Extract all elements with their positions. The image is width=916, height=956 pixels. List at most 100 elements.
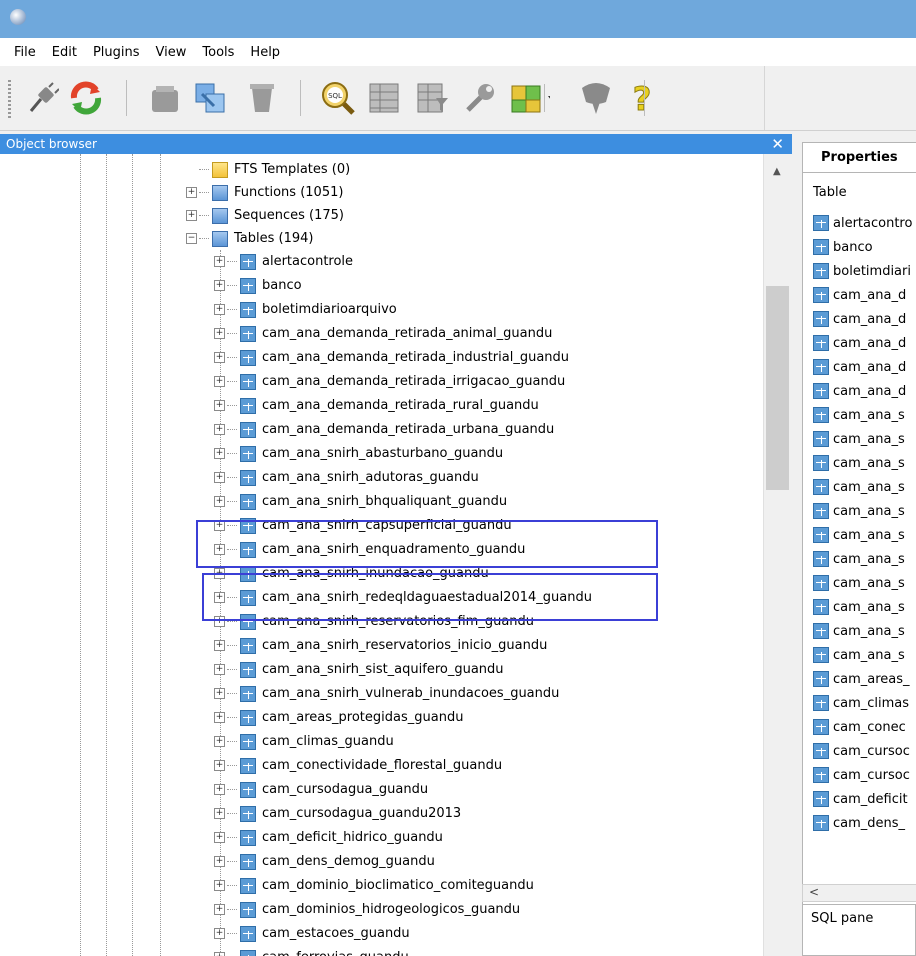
table-node[interactable]: + cam_ana_snirh_bhqualiquant_guandu [214,490,507,513]
properties-row[interactable]: cam_ana_d [813,379,906,403]
table-node[interactable]: + cam_ana_snirh_abasturbano_guandu [214,442,503,465]
scroll-left-icon[interactable]: < [809,885,819,899]
properties-row[interactable]: cam_ana_s [813,475,905,499]
expand-icon[interactable]: + [214,496,225,507]
menu-view[interactable]: View [148,45,195,60]
table-node[interactable]: + cam_conectividade_florestal_guandu [214,754,502,777]
table-node[interactable]: + cam_cursodagua_guandu2013 [214,802,461,825]
menu-file[interactable]: File [0,45,44,60]
table-node[interactable]: + cam_ana_snirh_adutoras_guandu [214,466,479,489]
table-node[interactable]: + cam_ana_demanda_retirada_urbana_guandu [214,418,554,441]
expand-icon[interactable]: + [214,448,225,459]
properties-row[interactable]: cam_ana_s [813,571,905,595]
scrollbar-thumb[interactable] [766,286,789,490]
expand-icon[interactable]: + [214,304,225,315]
table-node[interactable]: + cam_deficit_hidrico_guandu [214,826,443,849]
plug-icon[interactable] [22,78,62,118]
plugins-puzzle-icon[interactable] [510,78,550,118]
expand-icon[interactable]: + [214,712,225,723]
menu-tools[interactable]: Tools [194,45,242,60]
expand-icon[interactable]: + [214,904,225,915]
table-node[interactable]: + cam_dominios_hidrogeologicos_guandu [214,898,520,921]
table-node[interactable]: + cam_ana_demanda_retirada_irrigacao_guan… [214,370,565,393]
toolbar-grip[interactable] [8,80,11,118]
properties-row[interactable]: cam_dens_ [813,811,905,835]
expand-icon[interactable]: + [214,376,225,387]
properties-row[interactable]: cam_ana_s [813,547,905,571]
properties-row[interactable]: banco [813,235,873,259]
table-node[interactable]: + cam_estacoes_guandu [214,922,410,945]
expand-icon[interactable]: + [214,856,225,867]
tree-group-tables-folder[interactable]: − Tables (194) [186,227,313,250]
sql-pane[interactable]: SQL pane [802,904,916,956]
expand-icon[interactable]: + [214,808,225,819]
expand-icon[interactable]: + [214,784,225,795]
properties-row[interactable]: cam_ana_d [813,331,906,355]
scroll-up-icon[interactable]: ▲ [773,166,781,177]
table-node[interactable]: + cam_ana_demanda_retirada_industrial_gua… [214,346,569,369]
table-node[interactable]: + boletimdiarioarquivo [214,298,397,321]
properties-column-header-table[interactable]: Table [813,185,847,200]
expand-icon[interactable]: + [214,280,225,291]
properties-row[interactable]: cam_ana_s [813,643,905,667]
collapse-icon[interactable]: − [186,233,197,244]
refresh-icon[interactable] [66,78,106,118]
filtered-data-icon[interactable] [412,78,452,118]
expand-icon[interactable]: + [214,736,225,747]
properties-row[interactable]: cam_ana_s [813,451,905,475]
table-node[interactable]: + cam_climas_guandu [214,730,394,753]
table-node[interactable]: + cam_ana_demanda_retirada_rural_guandu [214,394,539,417]
properties-row[interactable]: alertacontro [813,211,912,235]
expand-icon[interactable]: + [214,952,225,956]
tree-group-fts-templates[interactable]: FTS Templates (0) [186,158,350,181]
properties-list[interactable]: Table alertacontro banco boletimdiari cam_a… [802,172,916,907]
properties-row[interactable]: cam_ana_d [813,307,906,331]
properties-row[interactable]: cam_ana_s [813,499,905,523]
table-node[interactable]: + banco [214,274,302,297]
properties-row[interactable]: cam_ana_d [813,283,906,307]
properties-row[interactable]: cam_ana_s [813,427,905,451]
properties-row[interactable]: cam_areas_ [813,667,910,691]
copy-icon[interactable] [190,78,230,118]
expand-icon[interactable]: + [214,256,225,267]
table-node[interactable]: + cam_ferrovias_guandu [214,946,409,956]
properties-row[interactable]: cam_ana_s [813,619,905,643]
expand-icon[interactable]: + [214,688,225,699]
properties-row[interactable]: boletimdiari [813,259,911,283]
maintenance-wrench-icon[interactable] [460,78,500,118]
properties-horizontal-scrollbar[interactable]: < [802,884,916,902]
menu-edit[interactable]: Edit [44,45,85,60]
tree-group-sequences[interactable]: + Sequences (175) [186,204,344,227]
expand-icon[interactable]: + [214,640,225,651]
table-node[interactable]: + cam_ana_demanda_retirada_animal_guandu [214,322,552,345]
sql-query-icon[interactable]: SQL [318,78,358,118]
expand-icon[interactable]: + [186,210,197,221]
properties-row[interactable]: cam_ana_s [813,523,905,547]
tab-properties[interactable]: Properties [802,142,916,172]
table-node[interactable]: + cam_ana_snirh_vulnerab_inundacoes_guand… [214,682,559,705]
properties-row[interactable]: cam_ana_d [813,355,906,379]
object-browser-vertical-scrollbar[interactable]: ▲ [763,154,793,956]
table-node[interactable]: + cam_ana_snirh_reservatorios_inicio_guan… [214,634,547,657]
properties-row[interactable]: cam_ana_s [813,595,905,619]
expand-icon[interactable]: + [214,880,225,891]
table-node[interactable]: + cam_dens_demog_guandu [214,850,435,873]
properties-row[interactable]: cam_ana_s [813,403,905,427]
expand-icon[interactable]: + [214,472,225,483]
table-node[interactable]: + cam_dominio_bioclimatico_comiteguandu [214,874,534,897]
drop-object-icon[interactable] [144,78,184,118]
expand-icon[interactable]: + [214,664,225,675]
expand-icon[interactable]: + [214,760,225,771]
expand-icon[interactable]: + [214,424,225,435]
expand-icon[interactable]: + [214,328,225,339]
table-node[interactable]: + cam_ana_snirh_sist_aquifero_guandu [214,658,504,681]
properties-row[interactable]: cam_cursoc [813,763,910,787]
menu-help[interactable]: Help [242,45,288,60]
properties-row[interactable]: cam_conec [813,715,906,739]
expand-icon[interactable]: + [214,928,225,939]
expand-icon[interactable]: + [186,187,197,198]
properties-row[interactable]: cam_deficit [813,787,908,811]
view-data-icon[interactable] [364,78,404,118]
help-icon[interactable]: ? [622,78,662,118]
expand-icon[interactable]: + [214,400,225,411]
